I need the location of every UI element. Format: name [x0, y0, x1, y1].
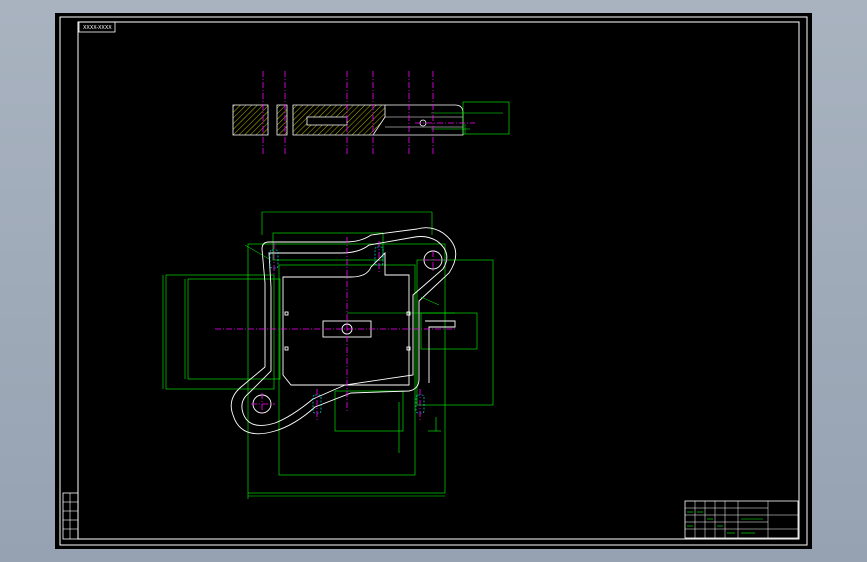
- sheet-outer-border: [59, 16, 808, 546]
- section-body: [276, 104, 288, 136]
- cad-viewport[interactable]: XXXX-XXXX: [55, 13, 812, 549]
- plan-view: [162, 211, 494, 499]
- top-section-view: [232, 71, 510, 155]
- drawing-code-box: XXXX-XXXX: [78, 21, 116, 33]
- engineering-drawing: XXXX-XXXX: [59, 16, 808, 546]
- section-outline: [373, 104, 464, 136]
- inner-pocket: [282, 251, 410, 386]
- sheet-inner-border: [77, 21, 800, 540]
- title-block: [684, 500, 799, 539]
- arm-slot: [425, 320, 456, 383]
- side-strip: [62, 492, 79, 540]
- drawing-code: XXXX-XXXX: [83, 25, 112, 31]
- plate-outline: [230, 227, 457, 435]
- section-body: [306, 116, 348, 126]
